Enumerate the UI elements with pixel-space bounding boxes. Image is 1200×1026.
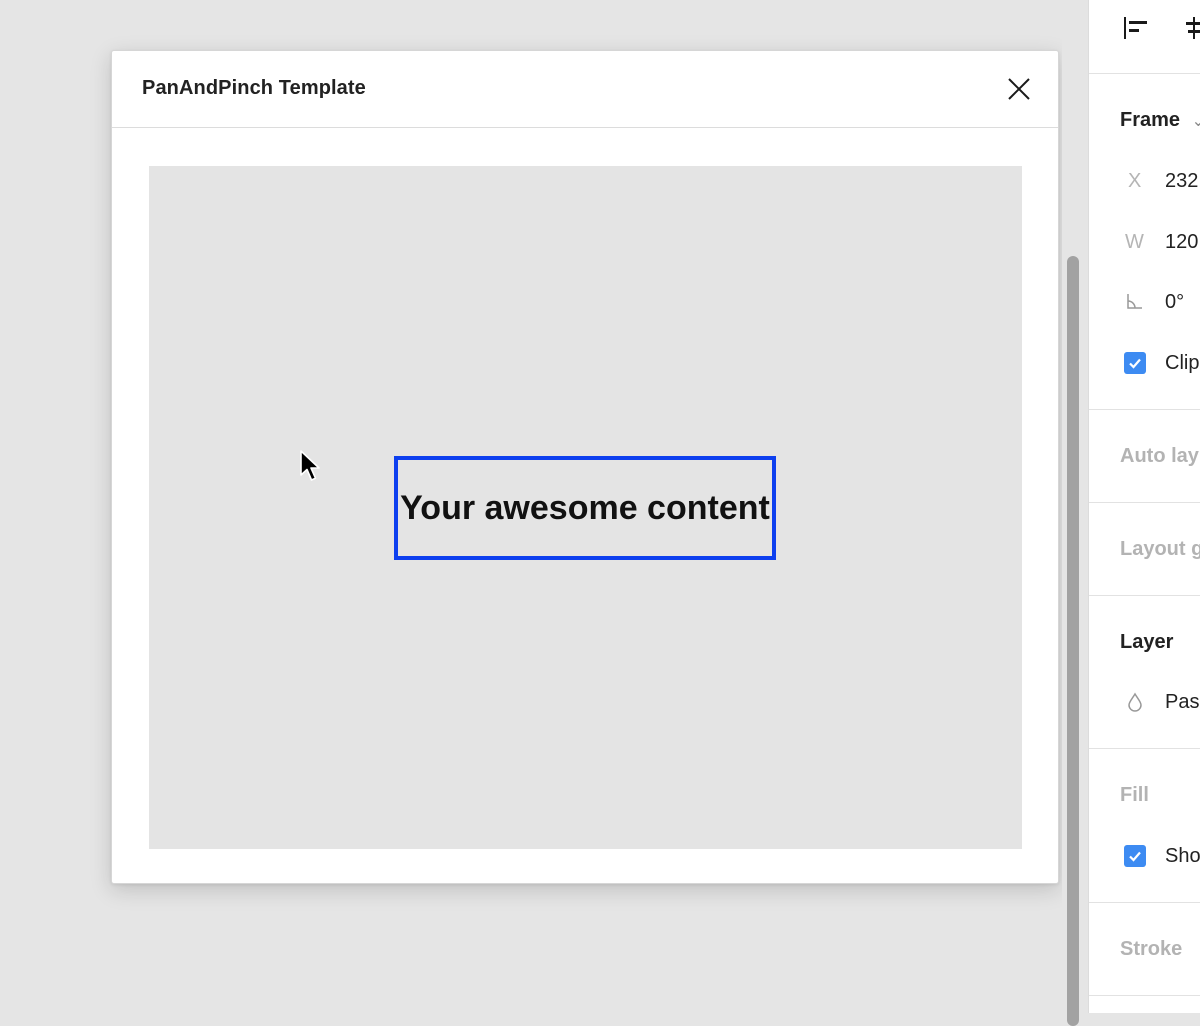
checkmark-icon: [1129, 358, 1141, 369]
clip-content-label: Clip: [1165, 352, 1200, 374]
align-center-icon: [1186, 17, 1200, 39]
panel-divider: [1089, 995, 1200, 996]
modal-header: PanAndPinch Template: [112, 51, 1058, 128]
rotation-icon: [1126, 292, 1144, 315]
w-field-label: W: [1125, 231, 1144, 253]
rotation-input[interactable]: 0°: [1165, 291, 1184, 314]
show-label: Sho: [1165, 845, 1200, 867]
chevron-down-icon: ⌄: [1192, 113, 1200, 130]
panel-divider: [1089, 595, 1200, 596]
w-field-input[interactable]: 120: [1165, 231, 1198, 254]
frame-section-title[interactable]: Frame ⌄: [1120, 109, 1200, 132]
panel-divider: [1089, 73, 1200, 74]
auto-layout-section-title[interactable]: Auto lay: [1120, 445, 1199, 468]
close-button[interactable]: [1006, 76, 1032, 102]
fill-section-title[interactable]: Fill: [1120, 784, 1149, 807]
x-field-label: X: [1128, 170, 1142, 192]
x-field-input[interactable]: 232: [1165, 170, 1198, 193]
close-icon: [1008, 78, 1030, 100]
align-left-button[interactable]: [1123, 15, 1149, 46]
preview-canvas[interactable]: Your awesome content: [149, 166, 1022, 849]
panel-divider: [1089, 409, 1200, 410]
show-checkbox[interactable]: [1124, 845, 1146, 867]
panel-divider: [1089, 502, 1200, 503]
layout-grid-section-title[interactable]: Layout g: [1120, 538, 1200, 561]
align-center-button[interactable]: [1183, 15, 1200, 46]
blend-mode-select[interactable]: Pas: [1165, 691, 1199, 714]
content-text: Your awesome content: [400, 488, 770, 527]
layer-section-title: Layer: [1120, 631, 1174, 653]
frame-title-label: Frame: [1120, 109, 1181, 131]
modal-title: PanAndPinch Template: [142, 77, 366, 99]
mouse-cursor-icon: [300, 450, 320, 481]
align-left-icon: [1124, 17, 1147, 39]
panel-divider: [1089, 748, 1200, 749]
stroke-section-title[interactable]: Stroke: [1120, 938, 1182, 961]
clip-content-checkbox[interactable]: [1124, 352, 1146, 374]
scrollbar-thumb[interactable]: [1067, 256, 1079, 1026]
checkmark-icon: [1129, 851, 1141, 862]
template-modal: PanAndPinch Template Your awesome conten…: [111, 50, 1059, 884]
drop-icon: [1127, 692, 1143, 717]
properties-panel: Frame ⌄ X 232 W 120 0° Clip Auto lay Lay…: [1088, 0, 1200, 1013]
panel-divider: [1089, 902, 1200, 903]
content-frame-selected[interactable]: Your awesome content: [394, 456, 776, 560]
